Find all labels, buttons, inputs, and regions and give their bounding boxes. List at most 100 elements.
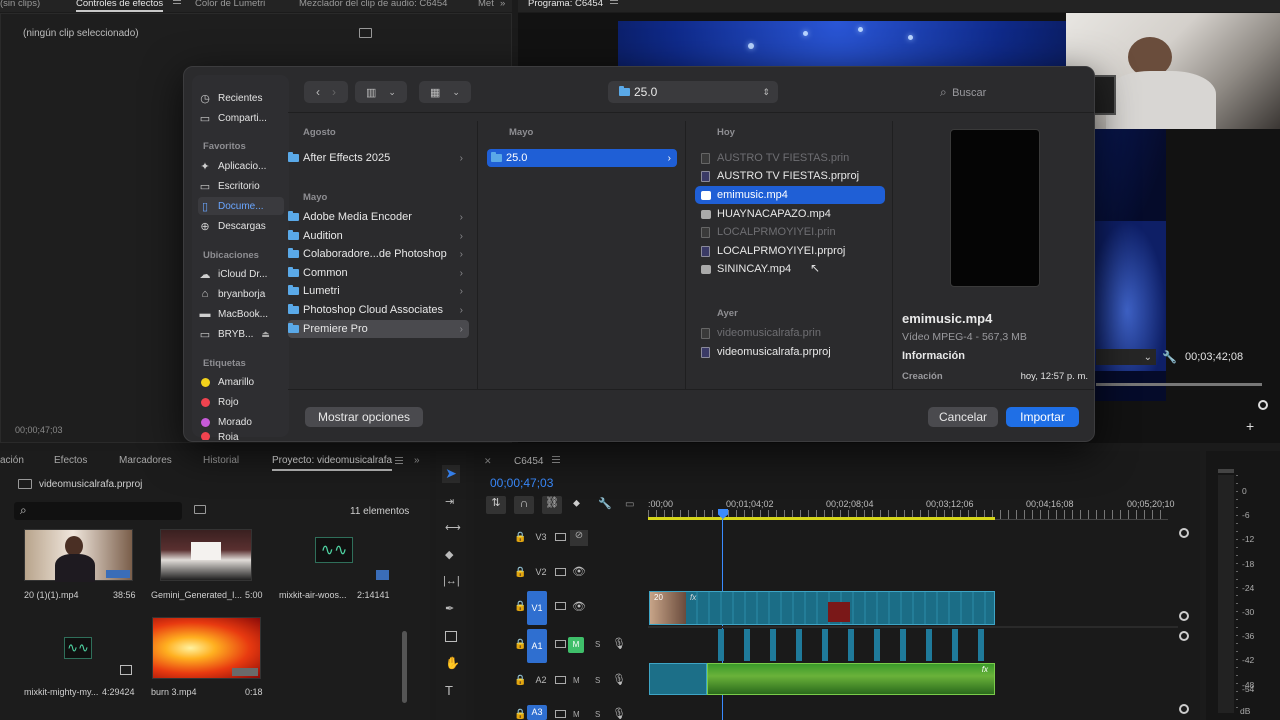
clip-thumbnail[interactable]	[152, 617, 261, 679]
sidebar-item-drive[interactable]: ▭ BRYB... ⏏	[198, 325, 284, 343]
linked-selection-icon[interactable]: ⛓	[542, 496, 562, 514]
track-label[interactable]: A2	[531, 675, 551, 689]
file-item[interactable]: AUSTRO TV FIESTAS.prproj	[701, 167, 887, 185]
file-item[interactable]: AUSTRO TV FIESTAS.prin	[701, 149, 887, 167]
snap-icon[interactable]: ∩	[514, 496, 534, 514]
scrubber-handle[interactable]	[1258, 400, 1268, 410]
import-button[interactable]: Importar	[1006, 407, 1079, 427]
toggle-sync-icon[interactable]	[555, 568, 566, 576]
toggle-sync-icon[interactable]	[555, 710, 566, 718]
toggle-sync-icon[interactable]	[555, 676, 566, 684]
lock-icon[interactable]: 🔒	[514, 601, 526, 612]
solo-button[interactable]: S	[595, 676, 600, 685]
tab-effects[interactable]: Efectos	[54, 455, 87, 466]
show-options-button[interactable]: Mostrar opciones	[305, 407, 423, 427]
tab-audio-mixer[interactable]: Mezclador del clip de audio: C6454	[299, 0, 447, 9]
tab-effect-controls[interactable]: Controles de efectos	[76, 0, 164, 12]
a1-clips[interactable]	[706, 629, 986, 661]
lock-icon[interactable]: 🔒	[514, 639, 526, 650]
folder-item-selected[interactable]: 25.0 ›	[487, 149, 677, 167]
solo-button[interactable]: S	[595, 710, 600, 719]
a2-music-clip[interactable]: fx	[707, 663, 995, 695]
clip-thumbnail[interactable]	[160, 529, 252, 581]
rectangle-tool-icon[interactable]	[445, 631, 457, 642]
mic-icon[interactable]: 🎙	[612, 673, 626, 686]
eye-icon[interactable]: 👁	[572, 600, 586, 613]
sequence-menu-icon[interactable]	[546, 454, 560, 466]
lock-icon[interactable]: 🔒	[514, 567, 526, 578]
sidebar-tag-purple[interactable]: Morado	[198, 413, 284, 431]
toggle-sync-icon[interactable]	[555, 533, 566, 541]
search-field[interactable]: ⌕ Buscar	[940, 85, 986, 100]
tab-info[interactable]: ación	[0, 455, 24, 466]
track-label[interactable]: A3	[527, 705, 547, 720]
v1-clip[interactable]: 20 fx	[649, 591, 995, 625]
mic-icon[interactable]: 🎙	[612, 707, 626, 720]
folder-item[interactable]: Photoshop Cloud Associates ›	[288, 301, 469, 319]
razor-tool-icon[interactable]: ◆	[445, 548, 453, 561]
slip-tool-icon[interactable]: |↔|	[443, 575, 460, 587]
folder-item[interactable]: Adobe Media Encoder ›	[288, 208, 469, 226]
insert-sequence-icon[interactable]: ⇅	[486, 496, 506, 514]
marker-icon[interactable]: ⬥	[573, 498, 580, 509]
folder-item-selected[interactable]: Premiere Pro ›	[288, 320, 469, 338]
project-scrollbar[interactable]	[402, 631, 407, 703]
folder-item[interactable]: Common ›	[288, 264, 469, 282]
tab-markers[interactable]: Marcadores	[119, 455, 172, 466]
zoom-handle-a1[interactable]	[1179, 631, 1189, 641]
mute-button[interactable]: M	[573, 676, 580, 685]
tab-program[interactable]: Programa: C6454	[528, 0, 603, 9]
more-tabs-icon[interactable]: »	[500, 0, 505, 9]
location-popup[interactable]: 25.0 ⇕	[608, 81, 778, 103]
file-item-selected[interactable]: emimusic.mp4	[695, 186, 885, 204]
audio-waveform-icon[interactable]: ∿∿	[64, 637, 92, 659]
panel-toggle-icon[interactable]	[359, 28, 372, 38]
sidebar-item-user[interactable]: ⌂ bryanborja	[198, 285, 284, 303]
file-item[interactable]: LOCALPRMOYIYEI.prproj	[701, 242, 887, 260]
folder-item[interactable]: After Effects 2025 ›	[288, 149, 469, 167]
sidebar-item-downloads[interactable]: ⊕ Descargas	[198, 217, 284, 235]
track-label[interactable]: A1	[527, 629, 547, 663]
lock-icon[interactable]: 🔒	[514, 709, 526, 720]
sidebar-tag-yellow[interactable]: Amarillo	[198, 373, 284, 391]
sequence-tab[interactable]: C6454	[514, 456, 543, 467]
folder-item[interactable]: Colaboradore...de Photoshop ›	[288, 245, 469, 263]
ripple-edit-tool-icon[interactable]: ⟷	[445, 521, 461, 534]
mute-button[interactable]: M	[573, 710, 580, 719]
pen-tool-icon[interactable]: ✒	[445, 602, 454, 615]
forward-button[interactable]: ›	[332, 85, 336, 99]
audio-waveform-icon[interactable]: ∿∿	[315, 537, 353, 563]
program-scrubber[interactable]	[1096, 383, 1262, 386]
captions-icon[interactable]: ▭	[625, 499, 634, 510]
track-select-tool-icon[interactable]: ⇥	[445, 495, 454, 508]
tab-project[interactable]: Proyecto: videomusicalrafa	[272, 455, 393, 471]
more-panels-icon[interactable]: »	[414, 455, 420, 466]
add-button-icon[interactable]: +	[1246, 418, 1254, 434]
lock-icon[interactable]: 🔒	[514, 675, 526, 686]
view-columns-button[interactable]: ▥ ⌄	[355, 81, 407, 103]
sidebar-item-desktop[interactable]: ▭ Escritorio	[198, 177, 284, 195]
selection-tool-icon[interactable]: ➤	[442, 465, 460, 483]
sidebar-item-recents[interactable]: ◷ Recientes	[198, 89, 284, 107]
solo-button[interactable]: S	[595, 640, 600, 649]
tab-lumetri-color[interactable]: Color de Lumetri	[195, 0, 265, 9]
eye-hidden-icon[interactable]: ⊘	[570, 530, 588, 546]
wrench-icon[interactable]: 🔧	[1162, 350, 1177, 364]
file-item[interactable]: SININCAY.mp4	[701, 260, 887, 278]
tab-sin-clips[interactable]: (sin clips)	[0, 0, 40, 9]
file-item[interactable]: HUAYNACAPAZO.mp4	[701, 205, 887, 223]
mute-button[interactable]: M	[568, 637, 584, 653]
tab-history[interactable]: Historial	[203, 455, 239, 466]
hand-tool-icon[interactable]: ✋	[445, 656, 460, 670]
track-label[interactable]: V3	[531, 532, 551, 546]
group-by-button[interactable]: ▦ ⌄	[419, 81, 471, 103]
file-item[interactable]: LOCALPRMOYIYEI.prin	[701, 223, 887, 241]
timeline-wrench-icon[interactable]: 🔧	[598, 497, 612, 510]
type-tool-icon[interactable]: T	[445, 683, 453, 698]
folder-item[interactable]: Audition ›	[288, 227, 469, 245]
project-menu-icon[interactable]	[389, 456, 403, 467]
new-bin-icon[interactable]	[194, 505, 206, 514]
cancel-button[interactable]: Cancelar	[928, 407, 998, 427]
sidebar-item-macbook[interactable]: ▬ MacBook...	[198, 305, 284, 323]
clip-thumbnail[interactable]	[24, 529, 133, 582]
